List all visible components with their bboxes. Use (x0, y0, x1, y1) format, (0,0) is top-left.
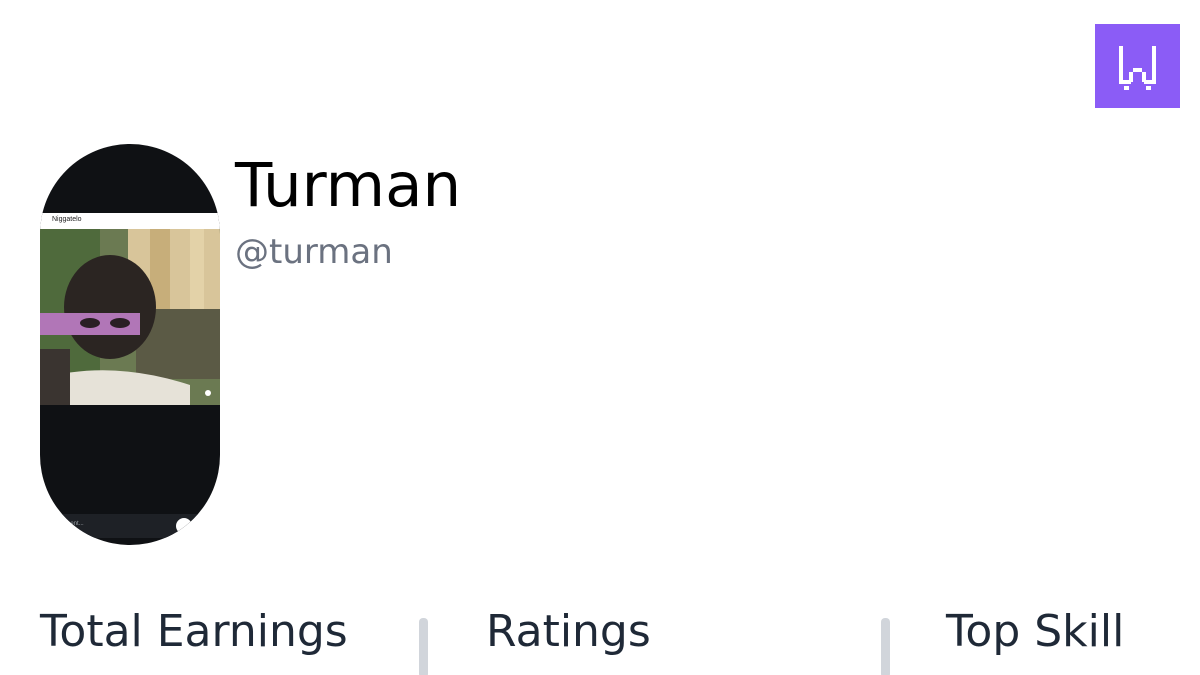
avatar-comment-placeholder: comment... (54, 521, 84, 527)
stat-top-skill-label: Top Skill (946, 606, 1125, 657)
w-logo-icon[interactable] (1095, 24, 1180, 108)
camera-icon (176, 518, 192, 534)
avatar-photo (40, 229, 220, 405)
stat-divider (419, 618, 428, 675)
stat-total-earnings-label: Total Earnings (40, 606, 348, 657)
profile-username: @turman (235, 232, 393, 272)
avatar-overlay-title: Niggatelo (40, 213, 220, 229)
stat-divider (881, 618, 890, 675)
profile-display-name: Turman (235, 150, 462, 221)
stat-ratings-label: Ratings (486, 606, 651, 657)
profile-card: Niggatelo comment... Turman @turman Tota… (0, 0, 1200, 675)
avatar-comment-bar: comment... (40, 514, 220, 538)
avatar[interactable]: Niggatelo comment... (40, 144, 220, 545)
